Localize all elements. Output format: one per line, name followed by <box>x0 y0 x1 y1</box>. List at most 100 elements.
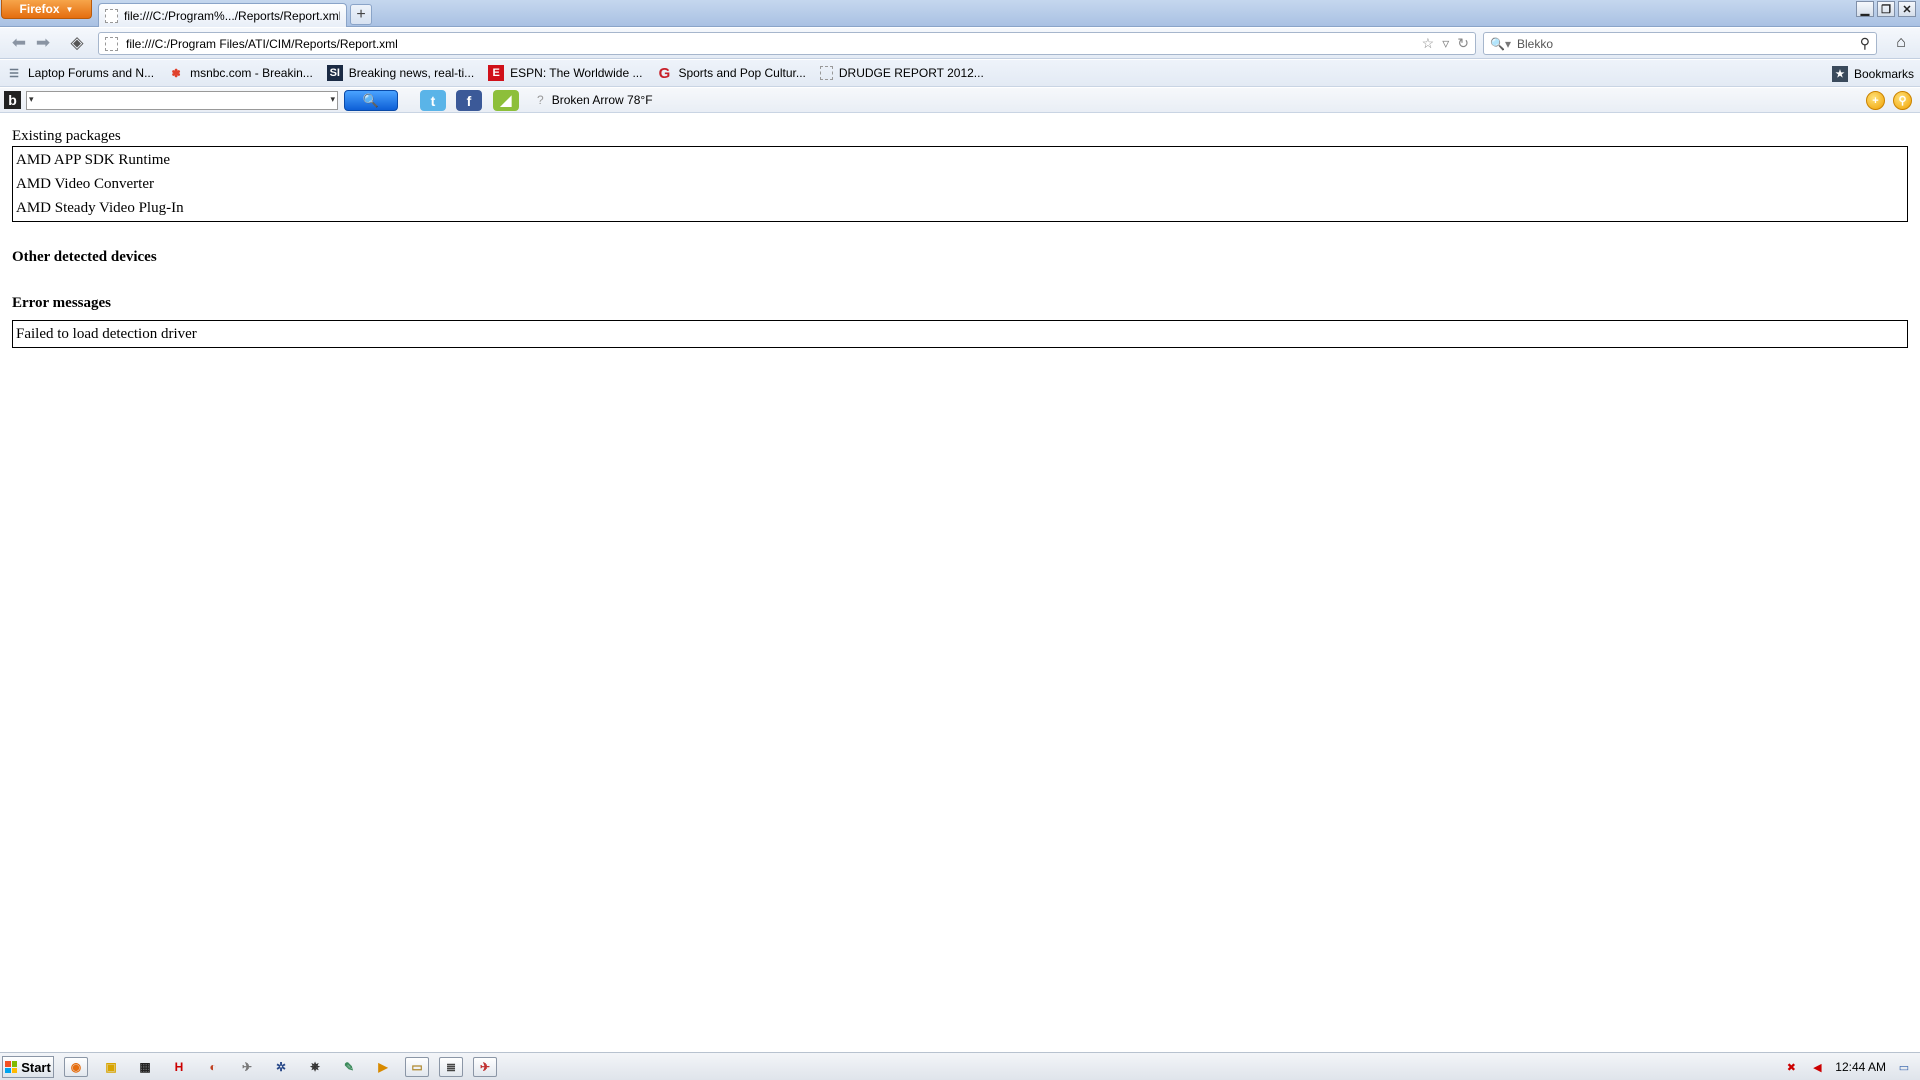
chevron-down-icon[interactable]: ▾ <box>330 94 335 105</box>
forward-button[interactable]: ➡ <box>32 32 54 54</box>
show-desktop-icon[interactable]: ▭ <box>1896 1059 1912 1075</box>
identity-button[interactable]: ◈ <box>66 32 88 54</box>
weather-text: Broken Arrow 78°F <box>551 93 653 107</box>
bookmark-item-sports-pop-culture[interactable]: G Sports and Pop Cultur... <box>656 64 806 82</box>
search-bar[interactable]: 🔍▾ Blekko ⚲ <box>1483 32 1877 55</box>
page-icon <box>819 66 833 80</box>
network-error-icon[interactable]: ✖ <box>1783 1059 1799 1075</box>
system-tray: ✖ ◀ 12:44 AM ▭ <box>1783 1053 1920 1080</box>
new-tab-button[interactable]: + <box>350 4 372 25</box>
reload-icon[interactable]: ↻ <box>1457 35 1469 52</box>
firefox-menu-button[interactable]: Firefox ▼ <box>1 0 92 19</box>
bookmark-label: ESPN: The Worldwide ... <box>510 66 643 80</box>
close-button[interactable]: ✕ <box>1898 1 1916 17</box>
navigation-bar: ⬅ ➡ ◈ file:///C:/Program Files/ATI/CIM/R… <box>0 28 1920 59</box>
url-tools: ☆ ▿ ↻ <box>1422 35 1469 52</box>
espn-icon: E <box>488 65 505 81</box>
weather-icon: ? <box>537 93 544 107</box>
page-icon <box>105 8 118 23</box>
clock[interactable]: 12:44 AM <box>1835 1060 1886 1074</box>
page-icon <box>105 36 118 51</box>
restore-button[interactable]: ❐ <box>1877 1 1895 17</box>
back-arrow-icon: ⬅ <box>11 33 27 52</box>
bookmarks-menu-label: Bookmarks <box>1853 67 1914 81</box>
windows-flag-icon <box>5 1061 18 1073</box>
rss-feed-icon[interactable]: ◢ <box>493 90 519 111</box>
forum-icon: ☰ <box>9 67 19 80</box>
bookmark-label: msnbc.com - Breakin... <box>190 66 313 80</box>
addon-plus-icon[interactable]: + <box>1866 91 1885 110</box>
home-button[interactable]: ⌂ <box>1889 32 1913 54</box>
error-messages-heading: Error messages <box>12 295 112 311</box>
tab-report[interactable]: file:///C:/Program%.../Reports/Report.xm… <box>98 3 347 27</box>
app-grid-icon[interactable]: ▦ <box>133 1057 157 1077</box>
url-text: file:///C:/Program Files/ATI/CIM/Reports… <box>126 36 398 51</box>
search-go-icon[interactable]: ⚲ <box>1860 35 1870 52</box>
blekko-search-input[interactable]: ▾ ▾ <box>26 91 338 110</box>
media-player-icon[interactable]: ▶ <box>371 1057 395 1077</box>
document-taskbar-icon[interactable]: ≣ <box>439 1057 463 1077</box>
bookmark-item-laptop-forums[interactable]: ☰ Laptop Forums and N... <box>6 65 154 81</box>
bookmark-item-espn[interactable]: E ESPN: The Worldwide ... <box>488 65 642 81</box>
bookmark-star-icon[interactable]: ☆ <box>1422 35 1435 52</box>
errors-list: Failed to load detection driver <box>12 320 1908 348</box>
bookmark-label: Laptop Forums and N... <box>28 66 155 80</box>
taskbar: Start ◉ ▣ ▦ H ◐ ✈ ✲ ✵ ✎ ▶ ▭ ≣ ✈ ✖ ◀ 12:4… <box>0 1052 1920 1080</box>
list-item: AMD Video Converter <box>16 176 154 192</box>
forward-arrow-icon: ➡ <box>35 33 51 52</box>
search-engine-label: Blekko <box>1516 36 1553 51</box>
bookmark-label: Sports and Pop Cultur... <box>678 66 806 80</box>
start-button[interactable]: Start <box>2 1056 54 1078</box>
other-devices-heading: Other detected devices <box>12 249 157 265</box>
back-button[interactable]: ⬅ <box>8 32 30 54</box>
facebook-icon[interactable]: f <box>456 90 482 111</box>
h-app-icon[interactable]: H <box>167 1057 191 1077</box>
list-item: Failed to load detection driver <box>16 326 197 342</box>
addon-search-icon[interactable]: ⚲ <box>1893 91 1912 110</box>
grantland-g-icon: G <box>658 64 671 82</box>
bookmark-item-drudge-report[interactable]: DRUDGE REPORT 2012... <box>819 66 984 80</box>
home-icon: ⌂ <box>1896 34 1906 51</box>
address-bar[interactable]: file:///C:/Program Files/ATI/CIM/Reports… <box>98 32 1476 55</box>
list-item: AMD APP SDK Runtime <box>16 152 171 168</box>
cog-app-icon[interactable]: ✵ <box>303 1057 327 1077</box>
search-icon: 🔍 <box>362 92 380 108</box>
blekko-search-button[interactable]: 🔍 <box>344 90 398 111</box>
history-dropdown-icon[interactable]: ▿ <box>1442 35 1449 52</box>
chevron-down-icon: ▼ <box>65 4 74 14</box>
firefox-menu-label: Firefox <box>19 2 60 16</box>
twitter-icon[interactable]: t <box>420 90 446 111</box>
si-icon: SI <box>326 65 343 81</box>
pen-app-icon[interactable]: ✎ <box>337 1057 361 1077</box>
tab-title: file:///C:/Program%.../Reports/Report.xm… <box>124 8 340 23</box>
swirl-app-icon[interactable]: ◐ <box>201 1057 225 1077</box>
bookmark-label: Breaking news, real-ti... <box>348 66 475 80</box>
list-item: AMD Steady Video Plug-In <box>16 200 184 216</box>
firefox-taskbar-icon[interactable]: ◉ <box>64 1057 88 1077</box>
report-page: Existing packages AMD APP SDK Runtime AM… <box>0 114 1920 1052</box>
title-bar: Firefox ▼ file:///C:/Program%.../Reports… <box>0 0 1920 27</box>
bookmark-item-msnbc[interactable]: ✽ msnbc.com - Breakin... <box>168 65 313 81</box>
bookmark-item-breaking-news[interactable]: SI Breaking news, real-ti... <box>326 65 475 81</box>
weather-widget[interactable]: ? Broken Arrow 78°F <box>537 93 653 107</box>
bookmarks-menu-button[interactable]: ★ Bookmarks <box>1831 66 1914 82</box>
packages-list: AMD APP SDK Runtime AMD Video Converter … <box>12 146 1908 222</box>
blekko-toolbar: b ▾ ▾ 🔍 t f ◢ ? Broken Arrow 78°F + ⚲ <box>0 88 1920 113</box>
bookmark-label: DRUDGE REPORT 2012... <box>838 66 984 80</box>
volume-muted-icon[interactable]: ◀ <box>1809 1059 1825 1075</box>
folder-taskbar-icon[interactable]: ▭ <box>405 1057 429 1077</box>
bookmarks-star-icon: ★ <box>1831 66 1848 82</box>
nbc-peacock-icon: ✽ <box>171 67 181 80</box>
chevron-down-icon[interactable]: ▾ <box>29 94 34 105</box>
blekko-logo[interactable]: b <box>4 91 21 109</box>
minimize-button[interactable]: ▁ <box>1856 1 1874 17</box>
start-label: Start <box>21 1059 51 1075</box>
globe-icon: ◈ <box>70 33 84 52</box>
bird-app-icon[interactable]: ✈ <box>235 1057 259 1077</box>
existing-packages-heading: Existing packages <box>12 128 121 144</box>
airplane-app-icon[interactable]: ✈ <box>473 1057 497 1077</box>
explorer-folder-icon[interactable]: ▣ <box>99 1057 123 1077</box>
bookmarks-toolbar: ☰ Laptop Forums and N... ✽ msnbc.com - B… <box>0 60 1920 87</box>
gear-app-icon[interactable]: ✲ <box>269 1057 293 1077</box>
search-engine-icon[interactable]: 🔍▾ <box>1490 37 1511 51</box>
